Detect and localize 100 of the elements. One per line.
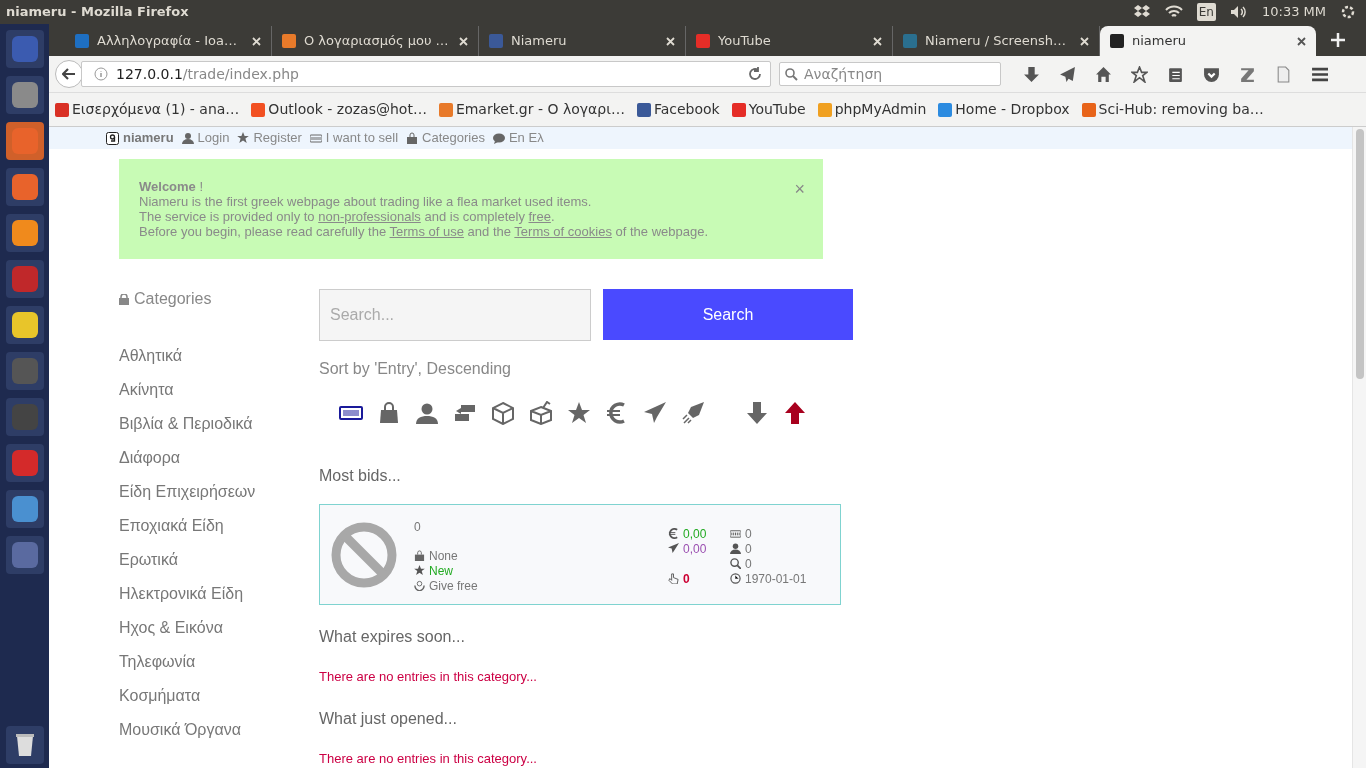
site-brand-link[interactable]: niameru	[123, 128, 174, 148]
close-icon[interactable]	[1297, 36, 1306, 46]
bookmark-title: Sci-Hub: removing ba…	[1098, 100, 1264, 119]
launcher-app-icon[interactable]	[5, 168, 44, 206]
alert-link[interactable]: non-professionals	[318, 209, 421, 224]
paper-plane-icon[interactable]	[643, 401, 667, 425]
nav-link[interactable]: Login	[197, 128, 230, 148]
listing-condition: New	[429, 562, 453, 580]
listing-bids: 0	[683, 570, 690, 588]
browser-tab[interactable]: niameru	[1100, 26, 1316, 56]
section-heading: What expires soon...	[319, 627, 466, 647]
alert-link[interactable]: Terms of use	[389, 224, 464, 239]
nav-link[interactable]: Register	[253, 128, 302, 148]
welcome-title: Welcome !	[139, 179, 204, 194]
listing-title: 0	[414, 519, 422, 536]
launcher-app-icon[interactable]	[5, 306, 44, 344]
tab-title: Αλληλογραφία - Ioa…	[97, 32, 238, 51]
search-button[interactable]: Search	[603, 289, 853, 340]
listing-price: 0,00	[683, 525, 707, 543]
open-box-icon[interactable]	[529, 401, 553, 425]
logo-icon[interactable]	[106, 131, 119, 145]
plus-icon[interactable]	[1330, 32, 1346, 48]
nav-link-icon	[492, 132, 505, 144]
category-link[interactable]: Ηλεκτρονικά Είδη	[119, 577, 319, 611]
category-link[interactable]: Αθλητικά	[119, 339, 319, 373]
alert-link[interactable]: Terms of cookies	[514, 224, 612, 239]
launcher-app-icon[interactable]	[5, 490, 44, 528]
bookmark-title: Facebook	[653, 100, 720, 119]
bookmark-title: YouTube	[748, 100, 806, 119]
sidebar-heading: Categories	[134, 289, 212, 309]
box-icon[interactable]	[491, 401, 515, 425]
star-icon[interactable]	[567, 401, 591, 425]
trash-icon[interactable]	[5, 726, 44, 764]
nav-link-icon	[181, 132, 194, 144]
listing-date: 1970-01-01	[745, 570, 807, 588]
address-bar[interactable]: 127.0.0.1/trade/index.php	[81, 61, 771, 87]
listing-shipping: 0,00	[683, 540, 707, 558]
search-field[interactable]: Αναζήτηση	[779, 62, 1001, 86]
category-link[interactable]: Τηλεφωνία	[119, 645, 319, 679]
bookmark-link[interactable]: Emarket.gr - Ο λογαρι…	[438, 99, 625, 120]
section-heading: Most bids...	[319, 466, 402, 486]
category-link[interactable]: Βιβλία & Περιοδικά	[119, 407, 319, 441]
nav-link-icon	[406, 132, 419, 144]
menu-icon[interactable]	[1311, 65, 1328, 83]
launcher-app-icon[interactable]	[5, 76, 44, 114]
reading-list-icon[interactable]	[1167, 65, 1184, 83]
alert-line: Before you begin, please read carefully the Terms of use and the Terms of cookies of the webpage.	[139, 224, 710, 239]
keyboard-layout-indicator[interactable]: En	[1196, 3, 1216, 21]
launcher-app-icon[interactable]	[5, 122, 44, 160]
category-link[interactable]: Εποχιακά Είδη	[119, 509, 319, 543]
arrow-down-icon[interactable]	[745, 401, 769, 425]
tab-title: Ο λογαριασμός μου …	[304, 32, 450, 51]
close-button[interactable]: ×	[794, 179, 805, 199]
category-link[interactable]: Διάφορα	[119, 441, 319, 475]
tab-title: niameru	[1132, 32, 1188, 51]
nav-link[interactable]: I want to sell	[325, 128, 399, 148]
arrow-up-icon[interactable]	[783, 401, 807, 425]
bookmark-title: Emarket.gr - Ο λογαρι…	[455, 100, 625, 119]
download-icon[interactable]	[1023, 65, 1040, 83]
listing-stat: 0	[745, 525, 752, 543]
star-icon	[414, 565, 425, 576]
wifi-icon[interactable]	[1164, 5, 1183, 19]
bag-icon[interactable]	[377, 401, 401, 425]
listing-card[interactable]: 0 None New Give free 0,00 0,00 0 0 0 0 1970-01-01	[319, 504, 841, 605]
paper-plane-icon	[668, 543, 679, 554]
star-icon[interactable]	[1131, 65, 1148, 83]
clock[interactable]: 10:33 MM	[1261, 2, 1326, 22]
user-icon[interactable]	[415, 401, 439, 425]
category-link[interactable]: Μουσικά Όργανα	[119, 713, 319, 747]
volume-icon[interactable]	[1229, 5, 1248, 19]
back-button[interactable]	[55, 60, 83, 88]
search-field[interactable]: Search...	[319, 289, 591, 341]
category-link[interactable]: Ερωτικά	[119, 543, 319, 577]
nav-link[interactable]: Categories	[422, 128, 485, 148]
bookmark-link[interactable]: Outlook - zozas@hot…	[251, 99, 427, 120]
bookmark-link[interactable]: Home - Dropbox	[938, 99, 1070, 120]
tab-title: Niameru	[511, 32, 568, 51]
bookmark-link[interactable]: phpMyAdmin	[817, 99, 927, 120]
paper-plane-icon[interactable]	[1059, 65, 1076, 83]
nav-link[interactable]: En Ελ	[508, 128, 544, 148]
zoom-icon	[730, 558, 741, 569]
home-icon[interactable]	[1095, 65, 1112, 83]
lock-icon	[119, 293, 129, 305]
bookmark-link[interactable]: Sci-Hub: removing ba…	[1081, 99, 1264, 120]
bookmark-link[interactable]: Facebook	[636, 99, 720, 120]
category-link[interactable]: Κοσμήματα	[119, 679, 319, 713]
bookmark-link[interactable]: YouTube	[731, 99, 806, 120]
reload-icon[interactable]	[748, 67, 762, 81]
scrollbar[interactable]	[1352, 127, 1366, 768]
category-link[interactable]: Ακίνητα	[119, 373, 319, 407]
launcher-app-icon[interactable]	[5, 214, 44, 252]
category-link[interactable]: Είδη Επιχειρήσεων	[119, 475, 319, 509]
category-link[interactable]: Ηχος & Εικόνα	[119, 611, 319, 645]
rocket-icon[interactable]	[681, 401, 705, 425]
pocket-icon[interactable]	[1203, 65, 1220, 83]
alert-link[interactable]: free	[528, 209, 551, 224]
bookmark-link[interactable]: Εισερχόμενα (1) - ana…	[55, 99, 240, 120]
tab-title: Niameru / Screensh…	[925, 32, 1067, 51]
bookmark-title: Outlook - zozas@hot…	[268, 100, 427, 119]
z-letter-icon[interactable]	[1239, 65, 1256, 83]
